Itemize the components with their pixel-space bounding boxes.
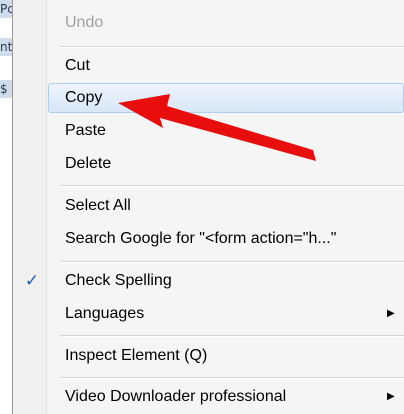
checkmark-icon: ✓	[24, 271, 40, 291]
menu-item-label: Undo	[65, 14, 104, 31]
menu-separator	[60, 185, 404, 187]
page-text-fragment: $	[0, 80, 12, 98]
menu-separator	[60, 377, 404, 379]
submenu-arrow-icon: ▶	[387, 308, 395, 319]
menu-separator	[60, 46, 404, 48]
menu-item-inspect-element[interactable]: Inspect Element (Q)	[13, 341, 403, 371]
context-menu: Undo Cut Copy Paste Delete Select All Se…	[12, 0, 404, 414]
menu-item-delete[interactable]: Delete	[13, 149, 403, 179]
menu-item-label: Video Downloader professional	[65, 388, 287, 405]
menu-item-label: Search Google for "<form action="h..."	[65, 230, 337, 247]
menu-item-copy[interactable]: Copy	[48, 83, 404, 113]
menu-separator	[60, 335, 404, 337]
menu-item-label: Languages	[65, 305, 145, 322]
page-text-fragment: nt	[0, 38, 12, 56]
menu-item-label: Check Spelling	[65, 272, 172, 289]
menu-item-select-all[interactable]: Select All	[13, 191, 403, 221]
menu-item-search-google[interactable]: Search Google for "<form action="h..."	[13, 224, 403, 254]
menu-item-check-spelling[interactable]: ✓ Check Spelling	[13, 266, 403, 296]
menu-item-label: Inspect Element (Q)	[65, 347, 208, 364]
menu-separator	[60, 261, 404, 263]
page-text-fragment: Pc	[0, 0, 12, 18]
menu-item-label: Copy	[65, 89, 103, 106]
menu-item-label: Paste	[65, 122, 106, 139]
menu-item-undo: Undo	[13, 8, 403, 38]
menu-item-video-downloader[interactable]: Video Downloader professional ▶	[13, 382, 403, 412]
menu-item-label: Delete	[65, 155, 112, 172]
menu-item-paste[interactable]: Paste	[13, 116, 403, 146]
menu-item-cut[interactable]: Cut	[13, 51, 403, 81]
menu-item-label: Cut	[65, 57, 90, 74]
menu-item-label: Select All	[65, 197, 131, 214]
menu-item-languages[interactable]: Languages ▶	[13, 299, 403, 329]
submenu-arrow-icon: ▶	[387, 391, 395, 402]
